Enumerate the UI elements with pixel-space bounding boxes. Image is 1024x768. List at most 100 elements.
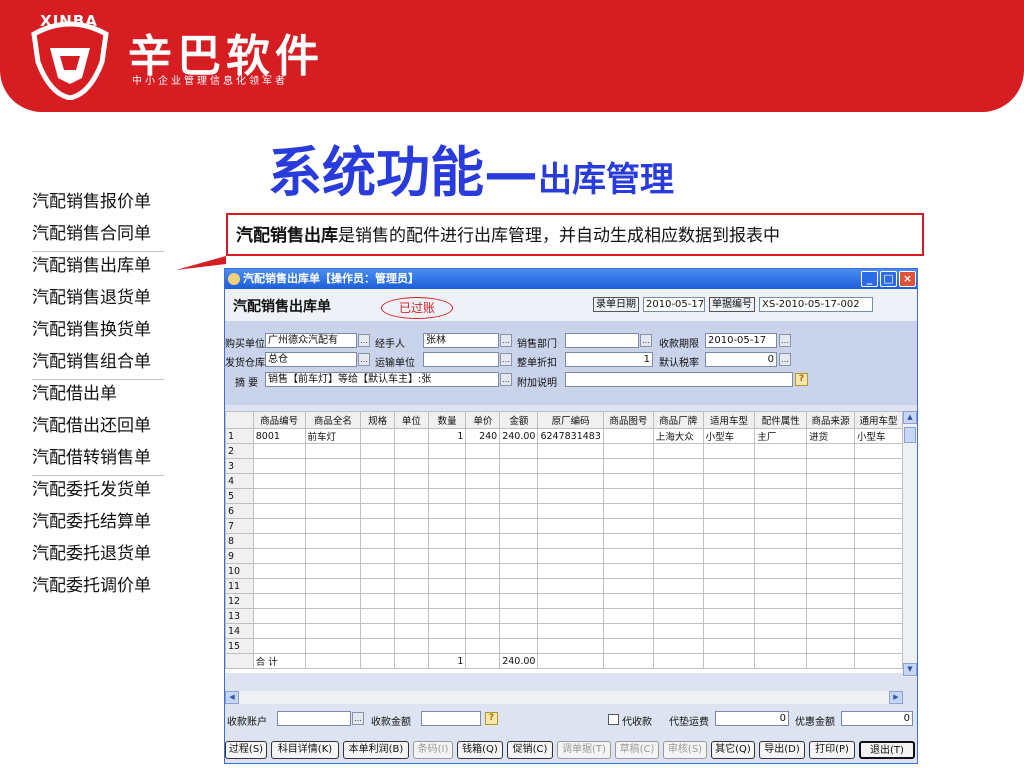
table-cell[interactable] (304, 518, 362, 534)
table-cell[interactable] (427, 563, 467, 579)
table-cell[interactable] (465, 623, 501, 639)
table-cell[interactable] (499, 443, 539, 459)
table-cell[interactable] (754, 473, 808, 489)
table-cell[interactable] (602, 503, 654, 519)
table-cell[interactable] (806, 563, 855, 579)
table-cell[interactable] (394, 503, 429, 519)
table-cell[interactable] (394, 593, 429, 609)
scroll-down-icon[interactable]: ▼ (903, 663, 917, 676)
column-header[interactable]: 原厂编码 (537, 411, 604, 429)
table-cell[interactable] (394, 458, 429, 474)
scroll-left-icon[interactable]: ◀ (225, 691, 239, 704)
table-cell[interactable] (702, 623, 756, 639)
table-cell[interactable] (602, 578, 654, 594)
table-cell[interactable] (304, 473, 362, 489)
table-cell[interactable] (854, 578, 903, 594)
tax-spin-icon[interactable]: … (779, 353, 791, 366)
table-cell[interactable]: 主厂 (754, 428, 808, 444)
table-cell[interactable] (537, 518, 604, 534)
table-cell[interactable] (602, 428, 654, 444)
table-cell[interactable] (427, 488, 467, 504)
table-cell[interactable] (252, 623, 306, 639)
table-cell[interactable] (602, 563, 654, 579)
table-cell[interactable] (499, 623, 539, 639)
table-cell[interactable] (702, 638, 756, 654)
table-cell[interactable] (754, 518, 808, 534)
table-cell[interactable] (806, 533, 855, 549)
table-cell[interactable] (602, 473, 654, 489)
table-cell[interactable] (806, 548, 855, 564)
column-header[interactable]: 商品图号 (602, 411, 654, 429)
table-cell[interactable]: 小型车 (702, 428, 756, 444)
table-cell[interactable] (537, 638, 604, 654)
table-cell[interactable] (499, 593, 539, 609)
menu-item-lend-to-sale[interactable]: 汽配借转销售单 (32, 444, 164, 476)
table-cell[interactable] (806, 458, 855, 474)
table-cell[interactable] (465, 473, 501, 489)
account-field[interactable] (277, 711, 351, 726)
amount-calc-icon[interactable]: ? (485, 712, 498, 725)
table-cell[interactable] (394, 563, 429, 579)
table-cell[interactable] (806, 443, 855, 459)
table-cell[interactable] (360, 608, 395, 624)
table-cell[interactable] (304, 563, 362, 579)
table-cell[interactable] (806, 608, 855, 624)
handler-dropdown-icon[interactable]: … (500, 334, 512, 347)
table-cell[interactable] (854, 458, 903, 474)
table-cell[interactable] (360, 518, 395, 534)
table-cell[interactable] (652, 473, 704, 489)
table-cell[interactable] (304, 488, 362, 504)
table-cell[interactable] (499, 503, 539, 519)
table-cell[interactable] (806, 488, 855, 504)
table-cell[interactable] (304, 548, 362, 564)
due-field[interactable]: 2010-05-17 (705, 333, 777, 348)
due-dropdown-icon[interactable]: … (779, 334, 791, 347)
horizontal-scrollbar[interactable]: ◀ ▶ (225, 691, 903, 704)
table-cell[interactable] (427, 473, 467, 489)
table-cell[interactable] (304, 623, 362, 639)
table-cell[interactable] (394, 548, 429, 564)
table-cell[interactable] (252, 473, 306, 489)
table-cell[interactable] (394, 473, 429, 489)
table-cell[interactable] (702, 443, 756, 459)
table-cell[interactable] (499, 518, 539, 534)
table-cell[interactable] (754, 623, 808, 639)
table-cell[interactable] (854, 638, 903, 654)
warehouse-dropdown-icon[interactable]: … (358, 353, 370, 366)
table-row[interactable]: 7 (225, 518, 903, 534)
table-row[interactable]: 9 (225, 548, 903, 564)
table-cell[interactable] (499, 458, 539, 474)
table-cell[interactable] (465, 443, 501, 459)
table-cell[interactable] (465, 563, 501, 579)
menu-item-outbound[interactable]: 汽配销售出库单 (32, 252, 164, 284)
table-cell[interactable] (427, 458, 467, 474)
table-cell[interactable] (537, 458, 604, 474)
column-header[interactable]: 单位 (394, 411, 429, 429)
table-cell[interactable] (465, 458, 501, 474)
menu-item-lend[interactable]: 汽配借出单 (32, 380, 164, 412)
window-titlebar[interactable]: 汽配销售出库单【操作员：管理员】 _ □ × (225, 269, 917, 289)
table-row[interactable]: 8 (225, 533, 903, 549)
table-row[interactable]: 3 (225, 458, 903, 474)
table-cell[interactable] (252, 503, 306, 519)
table-cell[interactable] (465, 593, 501, 609)
table-cell[interactable] (754, 458, 808, 474)
tax-field[interactable]: 0 (705, 352, 777, 367)
warehouse-field[interactable]: 总仓 (265, 352, 357, 367)
table-cell[interactable]: 1 (427, 428, 467, 444)
scroll-right-icon[interactable]: ▶ (889, 691, 903, 704)
table-cell[interactable] (537, 593, 604, 609)
column-header[interactable]: 单价 (465, 411, 501, 429)
table-cell[interactable] (602, 533, 654, 549)
table-cell[interactable] (854, 518, 903, 534)
table-cell[interactable] (854, 443, 903, 459)
table-cell[interactable] (252, 578, 306, 594)
vertical-scrollbar[interactable]: ▲ ▼ (903, 411, 917, 677)
column-header[interactable]: 商品厂牌 (652, 411, 704, 429)
table-cell[interactable] (394, 623, 429, 639)
column-header[interactable]: 数量 (427, 411, 467, 429)
menu-item-return[interactable]: 汽配销售退货单 (32, 284, 164, 316)
promotion-button[interactable]: 促销(C) (507, 741, 553, 759)
table-cell[interactable] (427, 623, 467, 639)
table-cell[interactable] (754, 563, 808, 579)
